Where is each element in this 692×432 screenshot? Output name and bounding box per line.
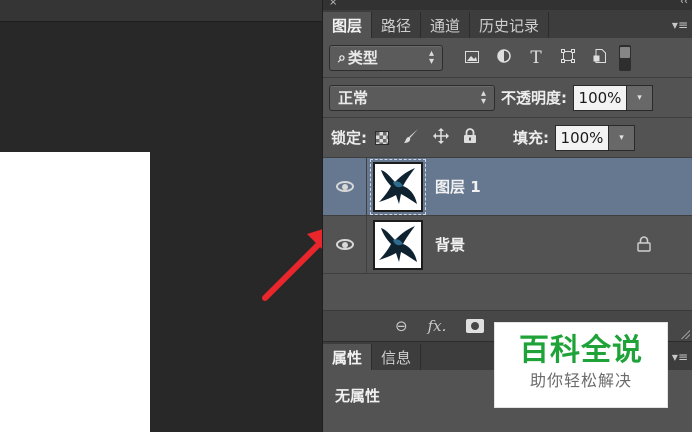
panel-tab-bar: 图层 路径 通道 历史记录 ▾≡: [323, 10, 692, 38]
layers-list[interactable]: 图层 1 背景: [323, 157, 692, 310]
panel-menu-icon[interactable]: ▾≡: [672, 350, 688, 364]
tab-channels[interactable]: 通道: [421, 12, 471, 38]
image-filter-icon[interactable]: [465, 49, 479, 67]
filter-kind-select[interactable]: ⌕ 类型 ▴ ▾: [329, 44, 443, 71]
layer-thumbnail: [370, 158, 426, 215]
collapse-panel-icon[interactable]: ‹‹: [680, 0, 688, 7]
blend-mode-value: 正常: [338, 89, 369, 107]
document-tab-bar: [0, 0, 322, 22]
stepper-arrows-icon: ▴ ▾: [428, 47, 434, 67]
visibility-toggle[interactable]: [323, 157, 367, 216]
visibility-toggle[interactable]: [323, 215, 367, 274]
canvas-area[interactable]: [0, 0, 322, 432]
no-properties-text: 无属性: [335, 386, 381, 405]
layer-name[interactable]: 图层 1: [435, 176, 481, 197]
document-canvas[interactable]: [0, 152, 150, 432]
tab-layers[interactable]: 图层: [323, 12, 373, 38]
lock-row: 锁定: 填充: 100% ▾: [323, 118, 692, 158]
fill-dropdown-button[interactable]: ▾: [609, 124, 635, 151]
layer-locked-icon: [637, 236, 651, 256]
tab-info[interactable]: 信息: [372, 344, 422, 370]
panel-menu-icon[interactable]: ▾≡: [672, 18, 688, 32]
watermark-logo: 百科全说 助你轻松解决: [494, 322, 668, 408]
layer-filter-row: ⌕ 类型 ▴ ▾ T: [323, 38, 692, 78]
fill-field[interactable]: 100%: [555, 124, 609, 151]
search-icon: ⌕: [338, 49, 346, 66]
lock-transparency-icon[interactable]: [375, 130, 389, 145]
lock-icon-group: [375, 127, 477, 148]
opacity-label: 不透明度:: [501, 89, 567, 107]
stepper-arrows-icon: ▴ ▾: [480, 87, 486, 107]
resize-grip-icon[interactable]: [680, 329, 690, 339]
blend-mode-select[interactable]: 正常 ▴ ▾: [329, 84, 495, 111]
layer-row-layer-1[interactable]: 图层 1: [323, 157, 692, 216]
tab-properties[interactable]: 属性: [323, 344, 373, 370]
photoshop-window: × ‹‹ 图层 路径 通道 历史记录 ▾≡ ⌕ 类型 ▴ ▾ T 正常 ▴ ▾ …: [0, 0, 692, 432]
layer-thumbnail: [373, 219, 423, 270]
layer-row-background[interactable]: 背景: [323, 215, 692, 274]
type-filter-icon[interactable]: T: [529, 48, 543, 68]
link-layers-icon[interactable]: ⊖: [395, 317, 408, 335]
lock-all-icon[interactable]: [463, 127, 477, 148]
opacity-field[interactable]: 100%: [573, 84, 627, 111]
eye-icon: [335, 239, 354, 250]
panel-titlebar: × ‹‹: [323, 0, 692, 10]
shape-filter-icon[interactable]: [561, 48, 575, 67]
filter-kind-value: 类型: [347, 49, 378, 67]
filter-toggle-switch[interactable]: [619, 44, 631, 71]
opacity-dropdown-button[interactable]: ▾: [627, 84, 653, 111]
smart-object-filter-icon[interactable]: [593, 48, 607, 67]
watermark-title: 百科全说: [519, 333, 643, 368]
layer-name[interactable]: 背景: [435, 234, 465, 255]
magpie-bird-icon: [375, 221, 421, 268]
adjustment-filter-icon[interactable]: [497, 48, 511, 67]
blend-row: 正常 ▴ ▾ 不透明度: 100% ▾: [323, 78, 692, 118]
lock-pixels-brush-icon[interactable]: [403, 128, 419, 148]
eye-icon: [335, 181, 354, 192]
add-mask-icon[interactable]: [466, 319, 485, 333]
magpie-bird-icon: [375, 163, 421, 210]
fill-label: 填充:: [513, 129, 549, 147]
lock-position-move-icon[interactable]: [433, 127, 449, 148]
close-panel-icon[interactable]: ×: [329, 0, 337, 8]
layer-effects-fx-icon[interactable]: fx.: [428, 317, 447, 335]
watermark-subtitle: 助你轻松解决: [529, 371, 632, 390]
tab-history[interactable]: 历史记录: [470, 12, 550, 38]
tab-paths[interactable]: 路径: [372, 12, 422, 38]
filter-icon-group: T: [465, 48, 607, 68]
lock-label: 锁定:: [331, 129, 367, 147]
